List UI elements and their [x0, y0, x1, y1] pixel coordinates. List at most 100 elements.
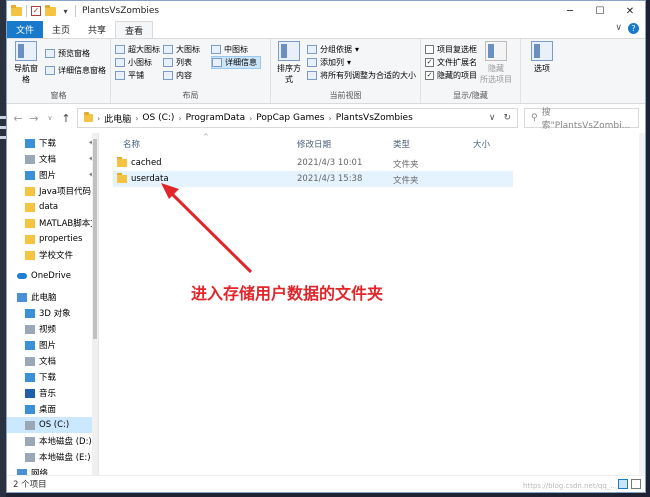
preview-pane-button[interactable]: 预览窗格 [45, 47, 106, 60]
medium-icons-button[interactable]: 中图标 [211, 43, 261, 56]
nav-item-drive-d[interactable]: 本地磁盘 (D:) [7, 433, 98, 449]
view-icon [163, 71, 173, 80]
documents-icon [25, 356, 35, 366]
nav-item-drive-e[interactable]: 本地磁盘 (E:) [7, 449, 98, 465]
tab-home[interactable]: 主页 [43, 21, 79, 38]
arrow-shaft [165, 187, 253, 274]
search-input[interactable]: ⚲ 搜索"PlantsVsZombi... [524, 108, 639, 131]
nav-item-drive-c[interactable]: OS (C:) [7, 417, 98, 433]
details-view-toggle-icon[interactable] [618, 479, 628, 489]
nav-scrollbar[interactable] [92, 133, 98, 477]
download-icon [25, 138, 35, 148]
fit-columns-icon [307, 71, 317, 80]
view-icon [115, 58, 125, 67]
view-icon [115, 45, 125, 54]
nav-item-documents[interactable]: 文档✦ [7, 151, 98, 167]
breadcrumb-item[interactable]: PopCap Games [256, 113, 324, 123]
new-folder-icon[interactable] [45, 4, 56, 16]
file-extensions-toggle[interactable]: ✓ 文件扩展名 [425, 56, 477, 69]
nav-item-pc-documents[interactable]: 文档 [7, 353, 98, 369]
recent-locations-icon[interactable]: ∨ [45, 114, 55, 122]
properties-icon[interactable]: ✓ [31, 6, 41, 16]
tiles-button[interactable]: 平铺 [115, 69, 161, 82]
hide-selected-icon [485, 41, 507, 61]
3d-objects-icon [25, 308, 35, 318]
drive-icon [25, 436, 35, 446]
breadcrumb[interactable]: › 此电脑 › OS (C:) › ProgramData › PopCap G… [77, 108, 518, 128]
nav-item-onedrive[interactable]: OneDrive [7, 268, 98, 284]
list-button[interactable]: 列表 [163, 56, 209, 69]
refresh-icon[interactable]: ↻ [503, 113, 511, 123]
ribbon: 导航窗格 预览窗格 详细信息窗格 窗格 超大图标 大图标 中图标 小图标 列表 … [7, 38, 645, 104]
add-columns-button[interactable]: 添加列 ▾ [307, 56, 416, 69]
folder-icon [25, 186, 35, 196]
group-by-button[interactable]: 分组依据 ▾ [307, 43, 416, 56]
item-checkboxes-toggle[interactable]: 项目复选框 [425, 43, 477, 56]
forward-button[interactable]: → [29, 112, 39, 125]
nav-item-pictures[interactable]: 图片✦ [7, 167, 98, 183]
ribbon-group-current-view: 排序方式 分组依据 ▾ 添加列 ▾ 将所有列调整为合适的大小 当前视图 [271, 39, 421, 103]
ribbon-tabs: 文件 主页 共享 查看 ∨ ? [7, 21, 645, 38]
small-icons-button[interactable]: 小图标 [115, 56, 161, 69]
maximize-button[interactable]: ☐ [585, 1, 615, 21]
large-icons-button[interactable]: 大图标 [163, 43, 209, 56]
scrollbar-thumb[interactable] [93, 139, 97, 339]
tab-view[interactable]: 查看 [115, 21, 154, 38]
view-icon [211, 45, 221, 54]
extra-large-icons-button[interactable]: 超大图标 [115, 43, 161, 56]
options-button[interactable]: 选项 [525, 41, 559, 74]
nav-item-videos[interactable]: 视频 [7, 321, 98, 337]
breadcrumb-item[interactable]: PlantsVsZombies [336, 113, 413, 123]
nav-item-desktop[interactable]: 桌面 [7, 401, 98, 417]
nav-item-pc-pictures[interactable]: 图片 [7, 337, 98, 353]
videos-icon [25, 324, 35, 334]
hidden-items-toggle[interactable]: ✓ 隐藏的项目 [425, 69, 477, 82]
status-bar: 2 个项目 https://blog.csdn.net/qq_... [7, 475, 645, 492]
breadcrumb-item[interactable]: ProgramData [186, 113, 245, 123]
onedrive-icon [17, 273, 27, 279]
nav-item-pc-download[interactable]: 下载 [7, 369, 98, 385]
close-button[interactable]: ✕ [615, 1, 645, 21]
nav-item-matlab[interactable]: MATLAB脚本文 [7, 215, 98, 231]
up-button[interactable]: ↑ [61, 112, 71, 125]
nav-item-download[interactable]: 下载✦ [7, 135, 98, 151]
window-title: PlantsVsZombies [82, 6, 160, 16]
tab-share[interactable]: 共享 [79, 21, 115, 38]
nav-item-data[interactable]: data [7, 199, 98, 215]
address-dropdown-icon[interactable]: ∨ [489, 113, 496, 123]
content-scrollbar[interactable] [639, 133, 645, 477]
nav-item-properties[interactable]: properties [7, 231, 98, 247]
nav-item-this-pc[interactable]: 此电脑 [7, 289, 98, 305]
folder-icon [25, 234, 35, 244]
nav-item-music[interactable]: 音乐 [7, 385, 98, 401]
checkbox-checked-icon: ✓ [425, 58, 434, 67]
group-label: 显示/隐藏 [453, 91, 488, 100]
breadcrumb-item[interactable]: 此电脑 [104, 112, 131, 125]
nav-pane-icon [15, 41, 37, 61]
folder-icon [25, 250, 35, 260]
main-area: 下载✦ 文档✦ 图片✦ Java项目代码 data MATLAB脚本文 prop… [7, 133, 645, 477]
breadcrumb-item[interactable]: OS (C:) [142, 113, 174, 123]
checkbox-icon [425, 45, 434, 54]
collapse-ribbon-icon[interactable]: ∨ [615, 23, 622, 34]
fit-columns-button[interactable]: 将所有列调整为合适的大小 [307, 69, 416, 82]
download-icon [25, 372, 35, 382]
dropdown-icon: ▾ [355, 45, 360, 54]
help-icon[interactable]: ? [628, 23, 639, 34]
details-view-button[interactable]: 详细信息 [211, 56, 261, 69]
back-button[interactable]: ← [13, 112, 23, 125]
drive-icon [25, 452, 35, 462]
dropdown-icon: ▾ [347, 58, 352, 67]
customize-dropdown-icon[interactable]: ▾ [60, 6, 71, 17]
title-bar: ✓ ▾ PlantsVsZombies ─ ☐ ✕ [7, 1, 645, 21]
minimize-button[interactable]: ─ [555, 1, 585, 21]
nav-item-java[interactable]: Java项目代码 [7, 183, 98, 199]
sort-icon [278, 41, 300, 61]
tab-file[interactable]: 文件 [7, 21, 44, 38]
content-view-button[interactable]: 内容 [163, 69, 209, 82]
documents-icon [25, 154, 35, 164]
details-pane-button[interactable]: 详细信息窗格 [45, 64, 106, 77]
nav-item-school[interactable]: 学校文件 [7, 247, 98, 263]
nav-item-3d[interactable]: 3D 对象 [7, 305, 98, 321]
large-icons-toggle-icon[interactable] [631, 479, 641, 489]
